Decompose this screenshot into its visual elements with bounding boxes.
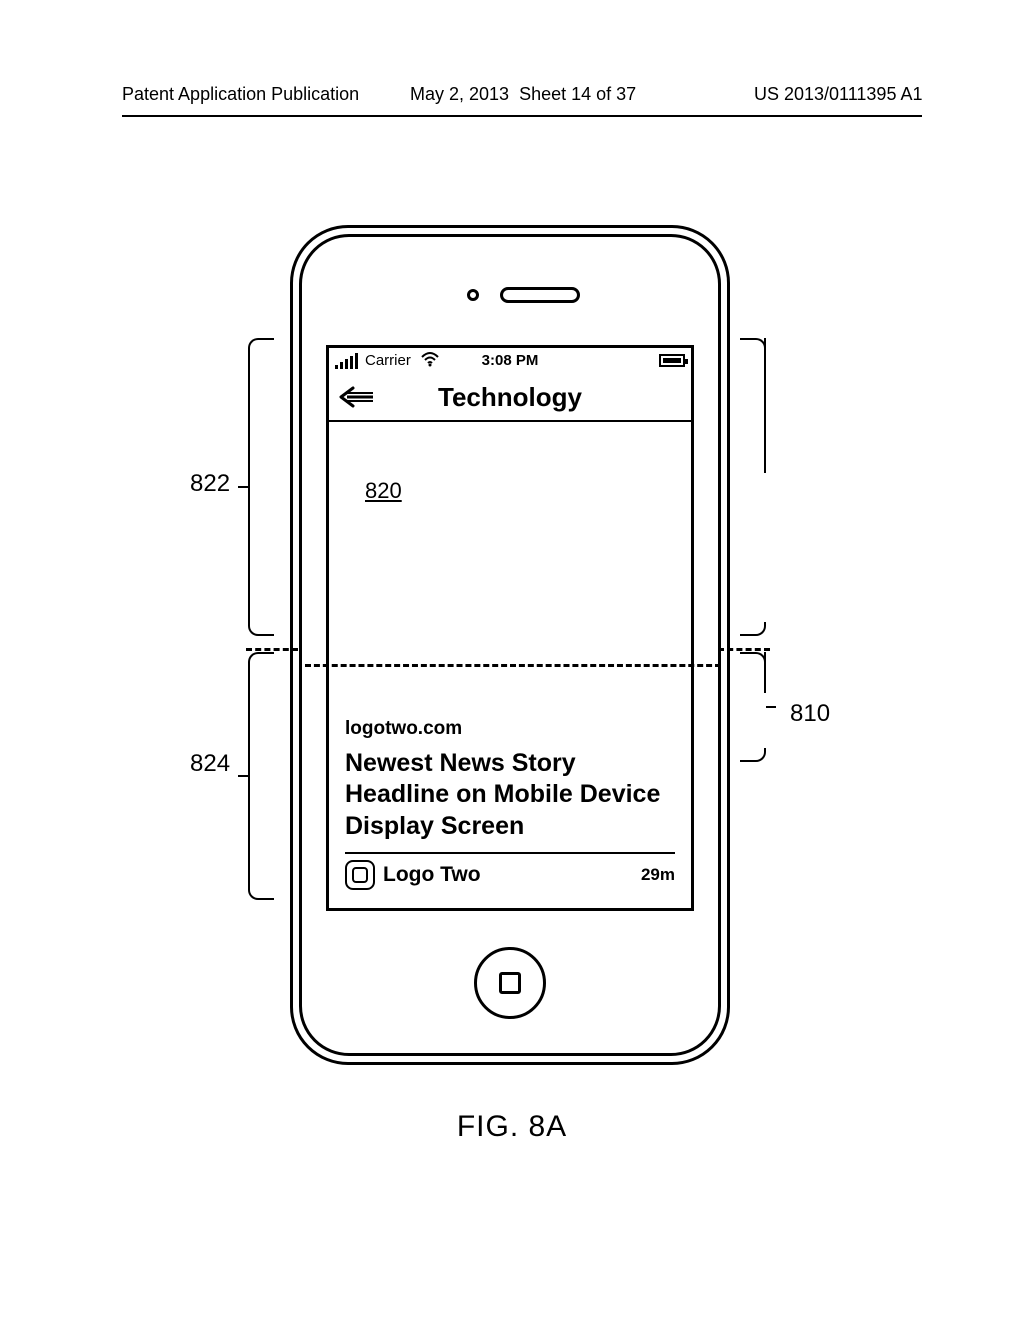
ref-824: 824: [190, 750, 230, 778]
phone-bezel: Carrier 3:08 PM: [299, 234, 721, 1056]
page-title: Technology: [438, 382, 582, 413]
bracket-824: [248, 652, 274, 900]
guide-dash-left: [246, 648, 298, 651]
speaker-icon: [500, 287, 580, 303]
phone-body: Carrier 3:08 PM: [290, 225, 730, 1065]
story-card[interactable]: logotwo.com Newest News Story Headline o…: [345, 718, 675, 890]
figure-label: FIG. 8A: [457, 1110, 567, 1144]
story-source: logotwo.com: [345, 718, 675, 740]
bracket-822: [248, 338, 274, 636]
hdr-date-sheet: May 2, 2013 Sheet 14 of 37: [410, 84, 636, 105]
story-meta: Logo Two 29m: [345, 852, 675, 890]
camera-icon: [467, 289, 479, 301]
signal-icon: [335, 353, 363, 369]
phone-screen: Carrier 3:08 PM: [326, 345, 694, 911]
ref-820: 820: [365, 478, 402, 504]
hdr-rule: [122, 115, 922, 117]
bracket-810-lower: [740, 652, 766, 762]
section-divider-dashed: [305, 664, 721, 667]
hdr-publication: Patent Application Publication: [122, 84, 359, 105]
hdr-pubno: US 2013/0111395 A1: [754, 84, 922, 105]
home-button-icon: [499, 972, 521, 994]
story-headline: Newest News Story Headline on Mobile Dev…: [345, 748, 675, 842]
story-age: 29m: [641, 865, 675, 885]
logo-icon: [345, 860, 375, 890]
battery-icon: [659, 354, 685, 367]
ref-822: 822: [190, 470, 230, 498]
ref-810: 810: [790, 700, 830, 728]
bracket-810-upper: [740, 338, 766, 636]
carrier-label: Carrier: [365, 352, 411, 369]
clock-label: 3:08 PM: [482, 352, 539, 369]
back-arrow-icon[interactable]: [339, 386, 375, 408]
wifi-icon: [421, 351, 439, 373]
story-logo-label: Logo Two: [383, 863, 481, 887]
title-bar: Technology: [329, 376, 691, 422]
guide-dash-right: [718, 648, 770, 651]
status-bar: Carrier 3:08 PM: [329, 348, 691, 376]
home-button[interactable]: [474, 947, 546, 1019]
